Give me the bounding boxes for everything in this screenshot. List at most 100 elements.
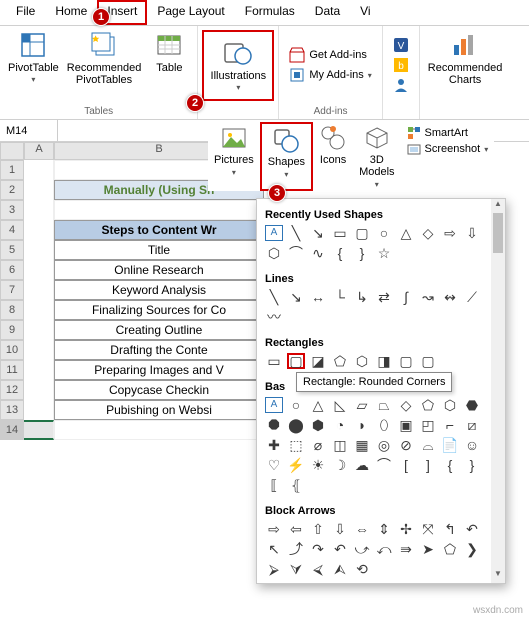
shape-curve-double[interactable]: ↭ — [441, 289, 459, 305]
shape-line[interactable]: ╲ — [265, 289, 283, 305]
shape-block-arc[interactable]: ⌓ — [419, 437, 437, 453]
smartart-button[interactable]: SmartArt — [407, 126, 468, 140]
shape-elbow-double[interactable]: ⇄ — [375, 289, 393, 305]
shape-brace-right[interactable]: } — [353, 245, 371, 261]
shape-octagon[interactable]: ⯃ — [265, 417, 283, 433]
shape-oval[interactable]: ○ — [287, 397, 305, 413]
shape-brace-pair[interactable]: ⦃ — [287, 477, 305, 493]
row-header[interactable]: 13 — [0, 400, 24, 420]
shape-bevel[interactable]: ▦ — [353, 437, 371, 453]
shape-cloud[interactable]: ☁ — [353, 457, 371, 473]
my-addins-button[interactable]: My Add-ins ▾ — [289, 67, 371, 83]
shape-arrow-callout-right[interactable]: ⮚ — [265, 561, 283, 577]
shape-diag-stripe[interactable]: ⧄ — [463, 417, 481, 433]
shape-rounded-rect[interactable]: ▢ — [353, 225, 371, 241]
pivottable-button[interactable]: PivotTable ▾ — [6, 28, 61, 102]
shape-arrow-down[interactable]: ⇩ — [331, 521, 349, 537]
recommended-charts-button[interactable]: Recommended Charts — [426, 28, 505, 88]
pictures-button[interactable]: Pictures ▾ — [208, 122, 260, 191]
shape-arrow-curvedright[interactable]: ↷ — [309, 541, 327, 557]
cell[interactable]: Preparing Images and V — [54, 360, 264, 380]
shape-arrow-bent[interactable]: ↰ — [441, 521, 459, 537]
shape-no-symbol[interactable]: ⊘ — [397, 437, 415, 453]
tab-data[interactable]: Data — [305, 0, 350, 25]
shape-curve-arrow[interactable]: ↝ — [419, 289, 437, 305]
shape-scribble[interactable]: 〰 — [265, 309, 283, 325]
shape-curve[interactable]: ∫ — [397, 289, 415, 305]
cell[interactable]: Keyword Analysis — [54, 280, 264, 300]
shape-arrow-curvedup[interactable]: ⤻ — [353, 541, 371, 557]
shape-rectangle[interactable]: ▭ — [265, 353, 283, 369]
shape-textbox[interactable]: A — [265, 225, 283, 241]
shape-parallelogram[interactable]: ▱ — [353, 397, 371, 413]
shape-freeform[interactable]: ∿ — [309, 245, 327, 261]
shape-frame[interactable]: ▣ — [397, 417, 415, 433]
shape-l-shape[interactable]: ⌐ — [441, 417, 459, 433]
shape-rounded-rectangle[interactable]: ▢ — [287, 353, 305, 369]
shape-plaque[interactable]: ⬚ — [287, 437, 305, 453]
shape-oval[interactable]: ○ — [375, 225, 393, 241]
shape-brace-right[interactable]: } — [463, 457, 481, 473]
row-header[interactable]: 6 — [0, 260, 24, 280]
3d-models-button[interactable]: 3D Models ▾ — [353, 122, 400, 191]
shape-arrow-uturn[interactable]: ↶ — [463, 521, 481, 537]
tab-home[interactable]: Home — [45, 0, 97, 25]
shape-bracket-pair[interactable]: ⟦ — [265, 477, 283, 493]
shape-arrow-pentagon[interactable]: ⬠ — [441, 541, 459, 557]
shape-arrow-callout-down[interactable]: ⮛ — [287, 561, 305, 577]
shape-round-diag[interactable]: ▢ — [419, 353, 437, 369]
shape-teardrop[interactable]: ⬯ — [375, 417, 393, 433]
shape-freeform[interactable]: ⟋ — [463, 289, 481, 305]
shape-snip-same[interactable]: ⬠ — [331, 353, 349, 369]
row-header[interactable]: 9 — [0, 320, 24, 340]
shape-rect[interactable]: ▭ — [331, 225, 349, 241]
row-header[interactable]: 11 — [0, 360, 24, 380]
table-button[interactable]: Table — [147, 28, 191, 102]
shape-line[interactable]: ╲ — [287, 225, 305, 241]
shape-arrow-up[interactable]: ⇧ — [309, 521, 327, 537]
shape-hexagon[interactable]: ⬡ — [441, 397, 459, 413]
cell[interactable]: Finalizing Sources for Co — [54, 300, 264, 320]
shape-star[interactable]: ☆ — [375, 245, 393, 261]
shape-moon[interactable]: ☽ — [331, 457, 349, 473]
shape-arrow-leftup[interactable]: ↖ — [265, 541, 283, 557]
cell[interactable]: Copycase Checkin — [54, 380, 264, 400]
row-header[interactable]: 4 — [0, 220, 24, 240]
shape-brace-left[interactable]: { — [331, 245, 349, 261]
tab-page-layout[interactable]: Page Layout — [147, 0, 234, 25]
shape-bracket-right[interactable]: ] — [419, 457, 437, 473]
row-header[interactable]: 1 — [0, 160, 24, 180]
cell[interactable]: Drafting the Conte — [54, 340, 264, 360]
cell[interactable]: Title — [54, 240, 264, 260]
get-addins-button[interactable]: Get Add-ins — [289, 47, 366, 63]
row-header[interactable]: 10 — [0, 340, 24, 360]
shape-round-same[interactable]: ▢ — [397, 353, 415, 369]
shape-lightning[interactable]: ⚡ — [287, 457, 305, 473]
select-all-corner[interactable] — [0, 142, 24, 160]
shape-textbox[interactable]: A — [265, 397, 283, 413]
shape-pie[interactable]: ◔ — [331, 417, 349, 433]
icons-button[interactable]: Icons — [313, 122, 353, 191]
shape-arrow-bentup[interactable]: ⤴ — [287, 541, 305, 557]
shape-triangle[interactable]: △ — [309, 397, 327, 413]
shape-bracket-left[interactable]: [ — [397, 457, 415, 473]
shape-arrow-left[interactable]: ⇦ — [287, 521, 305, 537]
shape-arrow-striped[interactable]: ⇛ — [397, 541, 415, 557]
shape-line-double-arrow[interactable]: ↔ — [309, 289, 327, 305]
shape-diamond[interactable]: ◇ — [419, 225, 437, 241]
shape-chord[interactable]: ◗ — [353, 417, 371, 433]
shape-line-arrow[interactable]: ↘ — [309, 225, 327, 241]
shapes-button[interactable]: Shapes ▾ — [260, 122, 313, 191]
row-header[interactable]: 12 — [0, 380, 24, 400]
name-box[interactable]: M14 — [0, 120, 58, 141]
row-header[interactable]: 5 — [0, 240, 24, 260]
shape-snip-single[interactable]: ◪ — [309, 353, 327, 369]
cell[interactable]: Pubishing on Websi — [54, 400, 264, 420]
shape-pentagon[interactable]: ⬠ — [419, 397, 437, 413]
dropdown-scrollbar[interactable]: ▲▼ — [491, 199, 505, 583]
shape-triangle[interactable]: △ — [397, 225, 415, 241]
shape-elbow[interactable]: └ — [331, 289, 349, 305]
shape-donut[interactable]: ◎ — [375, 437, 393, 453]
shape-trapezoid[interactable]: ⏢ — [375, 397, 393, 413]
shape-snip-diag[interactable]: ⬡ — [353, 353, 371, 369]
